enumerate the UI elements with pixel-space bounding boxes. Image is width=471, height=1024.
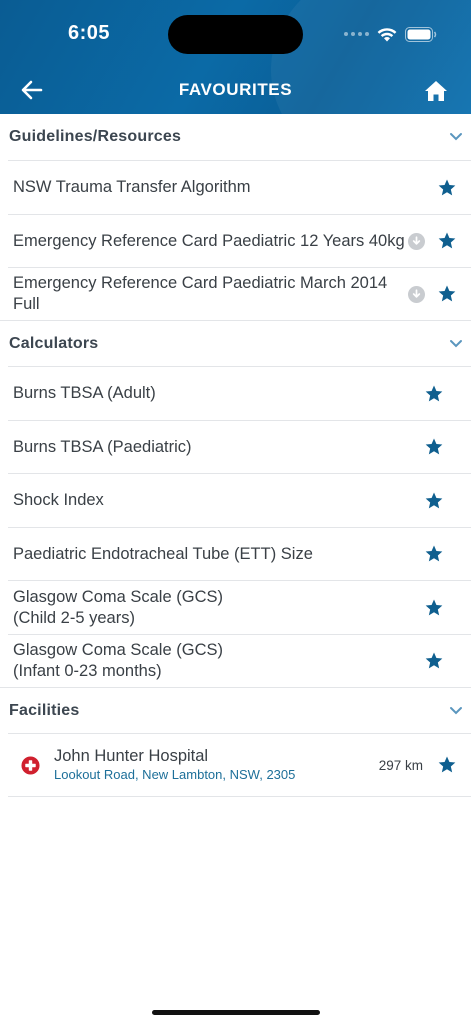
- star-icon[interactable]: [424, 651, 444, 671]
- section-header-guidelines[interactable]: Guidelines/Resources: [0, 114, 471, 160]
- section-header-facilities[interactable]: Facilities: [0, 687, 471, 733]
- download-icon[interactable]: [408, 285, 425, 303]
- header-bar: 6:05 FAVOURITES: [0, 0, 471, 114]
- star-icon[interactable]: [437, 755, 457, 775]
- item-label: Emergency Reference Card Paediatric Marc…: [13, 274, 388, 313]
- facility-address[interactable]: Lookout Road, New Lambton, NSW, 2305: [54, 767, 379, 783]
- list-item[interactable]: Burns TBSA (Paediatric): [8, 420, 471, 473]
- home-icon[interactable]: [423, 78, 449, 104]
- section-title: Facilities: [9, 701, 80, 719]
- list-item[interactable]: Emergency Reference Card Paediatric Marc…: [8, 267, 471, 320]
- star-icon[interactable]: [437, 284, 457, 304]
- list-item[interactable]: Emergency Reference Card Paediatric 12 Y…: [8, 214, 471, 267]
- star-icon[interactable]: [424, 598, 444, 618]
- chevron-down-icon[interactable]: [449, 339, 463, 349]
- chevron-down-icon[interactable]: [449, 706, 463, 716]
- facility-distance: 297 km: [378, 757, 423, 773]
- star-icon[interactable]: [424, 491, 444, 511]
- wifi-icon: [377, 27, 397, 41]
- status-time: 6:05: [68, 22, 111, 44]
- item-label: Burns TBSA (Paediatric): [13, 437, 192, 456]
- section-title: Calculators: [9, 334, 99, 352]
- star-icon[interactable]: [424, 384, 444, 404]
- list-item[interactable]: Paediatric Endotracheal Tube (ETT) Size: [8, 527, 471, 580]
- section-title: Guidelines/Resources: [9, 128, 182, 145]
- item-label: Burns TBSA (Adult): [13, 384, 156, 402]
- home-indicator[interactable]: [152, 1010, 320, 1015]
- item-label: Glasgow Coma Scale (GCS) (Infant 0-23 mo…: [13, 641, 223, 680]
- list-item[interactable]: Shock Index: [8, 473, 471, 527]
- status-icons: [344, 24, 437, 44]
- item-label: NSW Trauma Transfer Algorithm: [13, 178, 251, 196]
- facility-item[interactable]: John Hunter Hospital Lookout Road, New L…: [8, 733, 471, 797]
- list-item[interactable]: NSW Trauma Transfer Algorithm: [8, 160, 471, 214]
- signal-icon: [344, 32, 369, 36]
- list-item[interactable]: Glasgow Coma Scale (GCS) (Infant 0-23 mo…: [8, 634, 471, 687]
- facility-name: John Hunter Hospital: [54, 747, 209, 765]
- item-label: Paediatric Endotracheal Tube (ETT) Size: [13, 544, 313, 563]
- download-icon[interactable]: [408, 232, 425, 250]
- star-icon[interactable]: [437, 231, 457, 251]
- list-item[interactable]: Burns TBSA (Adult): [8, 366, 471, 420]
- star-icon[interactable]: [424, 544, 444, 564]
- item-label: Shock Index: [13, 491, 104, 509]
- chevron-down-icon[interactable]: [449, 132, 463, 142]
- hospital-cross-icon: [21, 755, 40, 775]
- list-item[interactable]: Glasgow Coma Scale (GCS) (Child 2-5 year…: [8, 580, 471, 634]
- star-icon[interactable]: [424, 437, 444, 457]
- section-header-calculators[interactable]: Calculators: [0, 320, 471, 366]
- battery-icon: [405, 26, 437, 42]
- item-label: Emergency Reference Card Paediatric 12 Y…: [13, 231, 405, 250]
- favourites-list: Guidelines/Resources NSW Trauma Transfer…: [0, 114, 471, 797]
- star-icon[interactable]: [437, 178, 457, 198]
- item-label: Glasgow Coma Scale (GCS) (Child 2-5 year…: [13, 587, 223, 627]
- page-title: FAVOURITES: [178, 80, 293, 99]
- dynamic-island: [168, 15, 303, 54]
- facility-details: John Hunter Hospital Lookout Road, New L…: [54, 747, 379, 783]
